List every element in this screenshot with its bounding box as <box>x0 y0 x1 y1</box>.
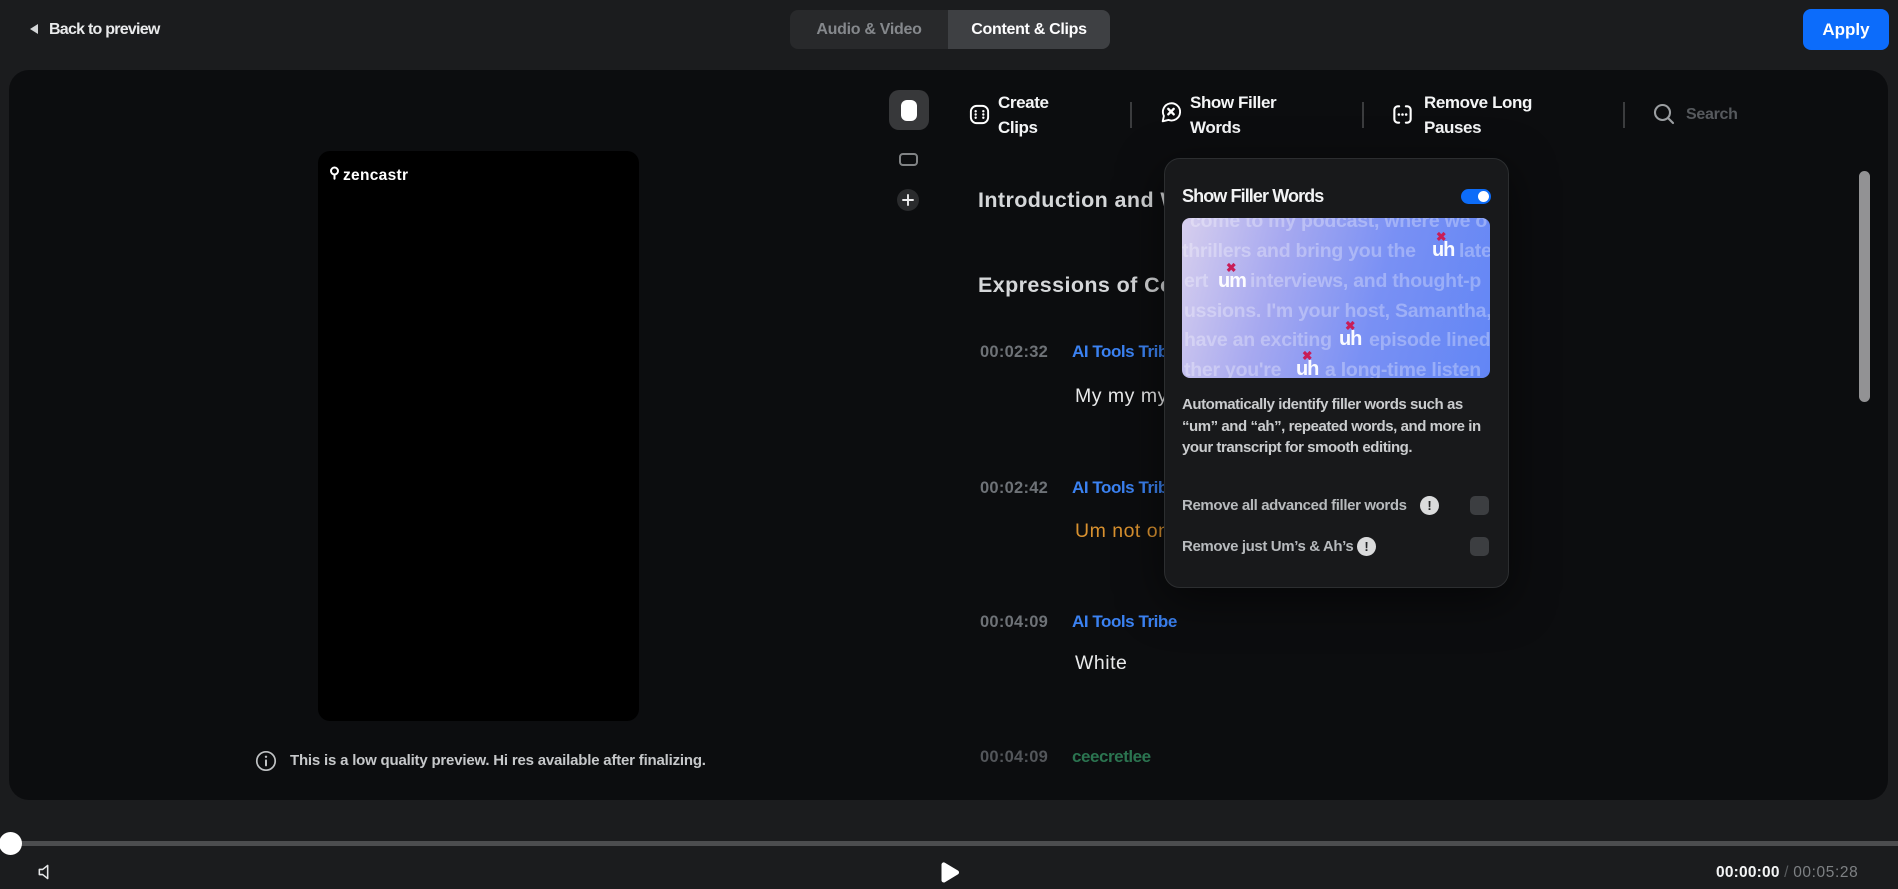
svg-text:zencastr: zencastr <box>343 167 408 184</box>
